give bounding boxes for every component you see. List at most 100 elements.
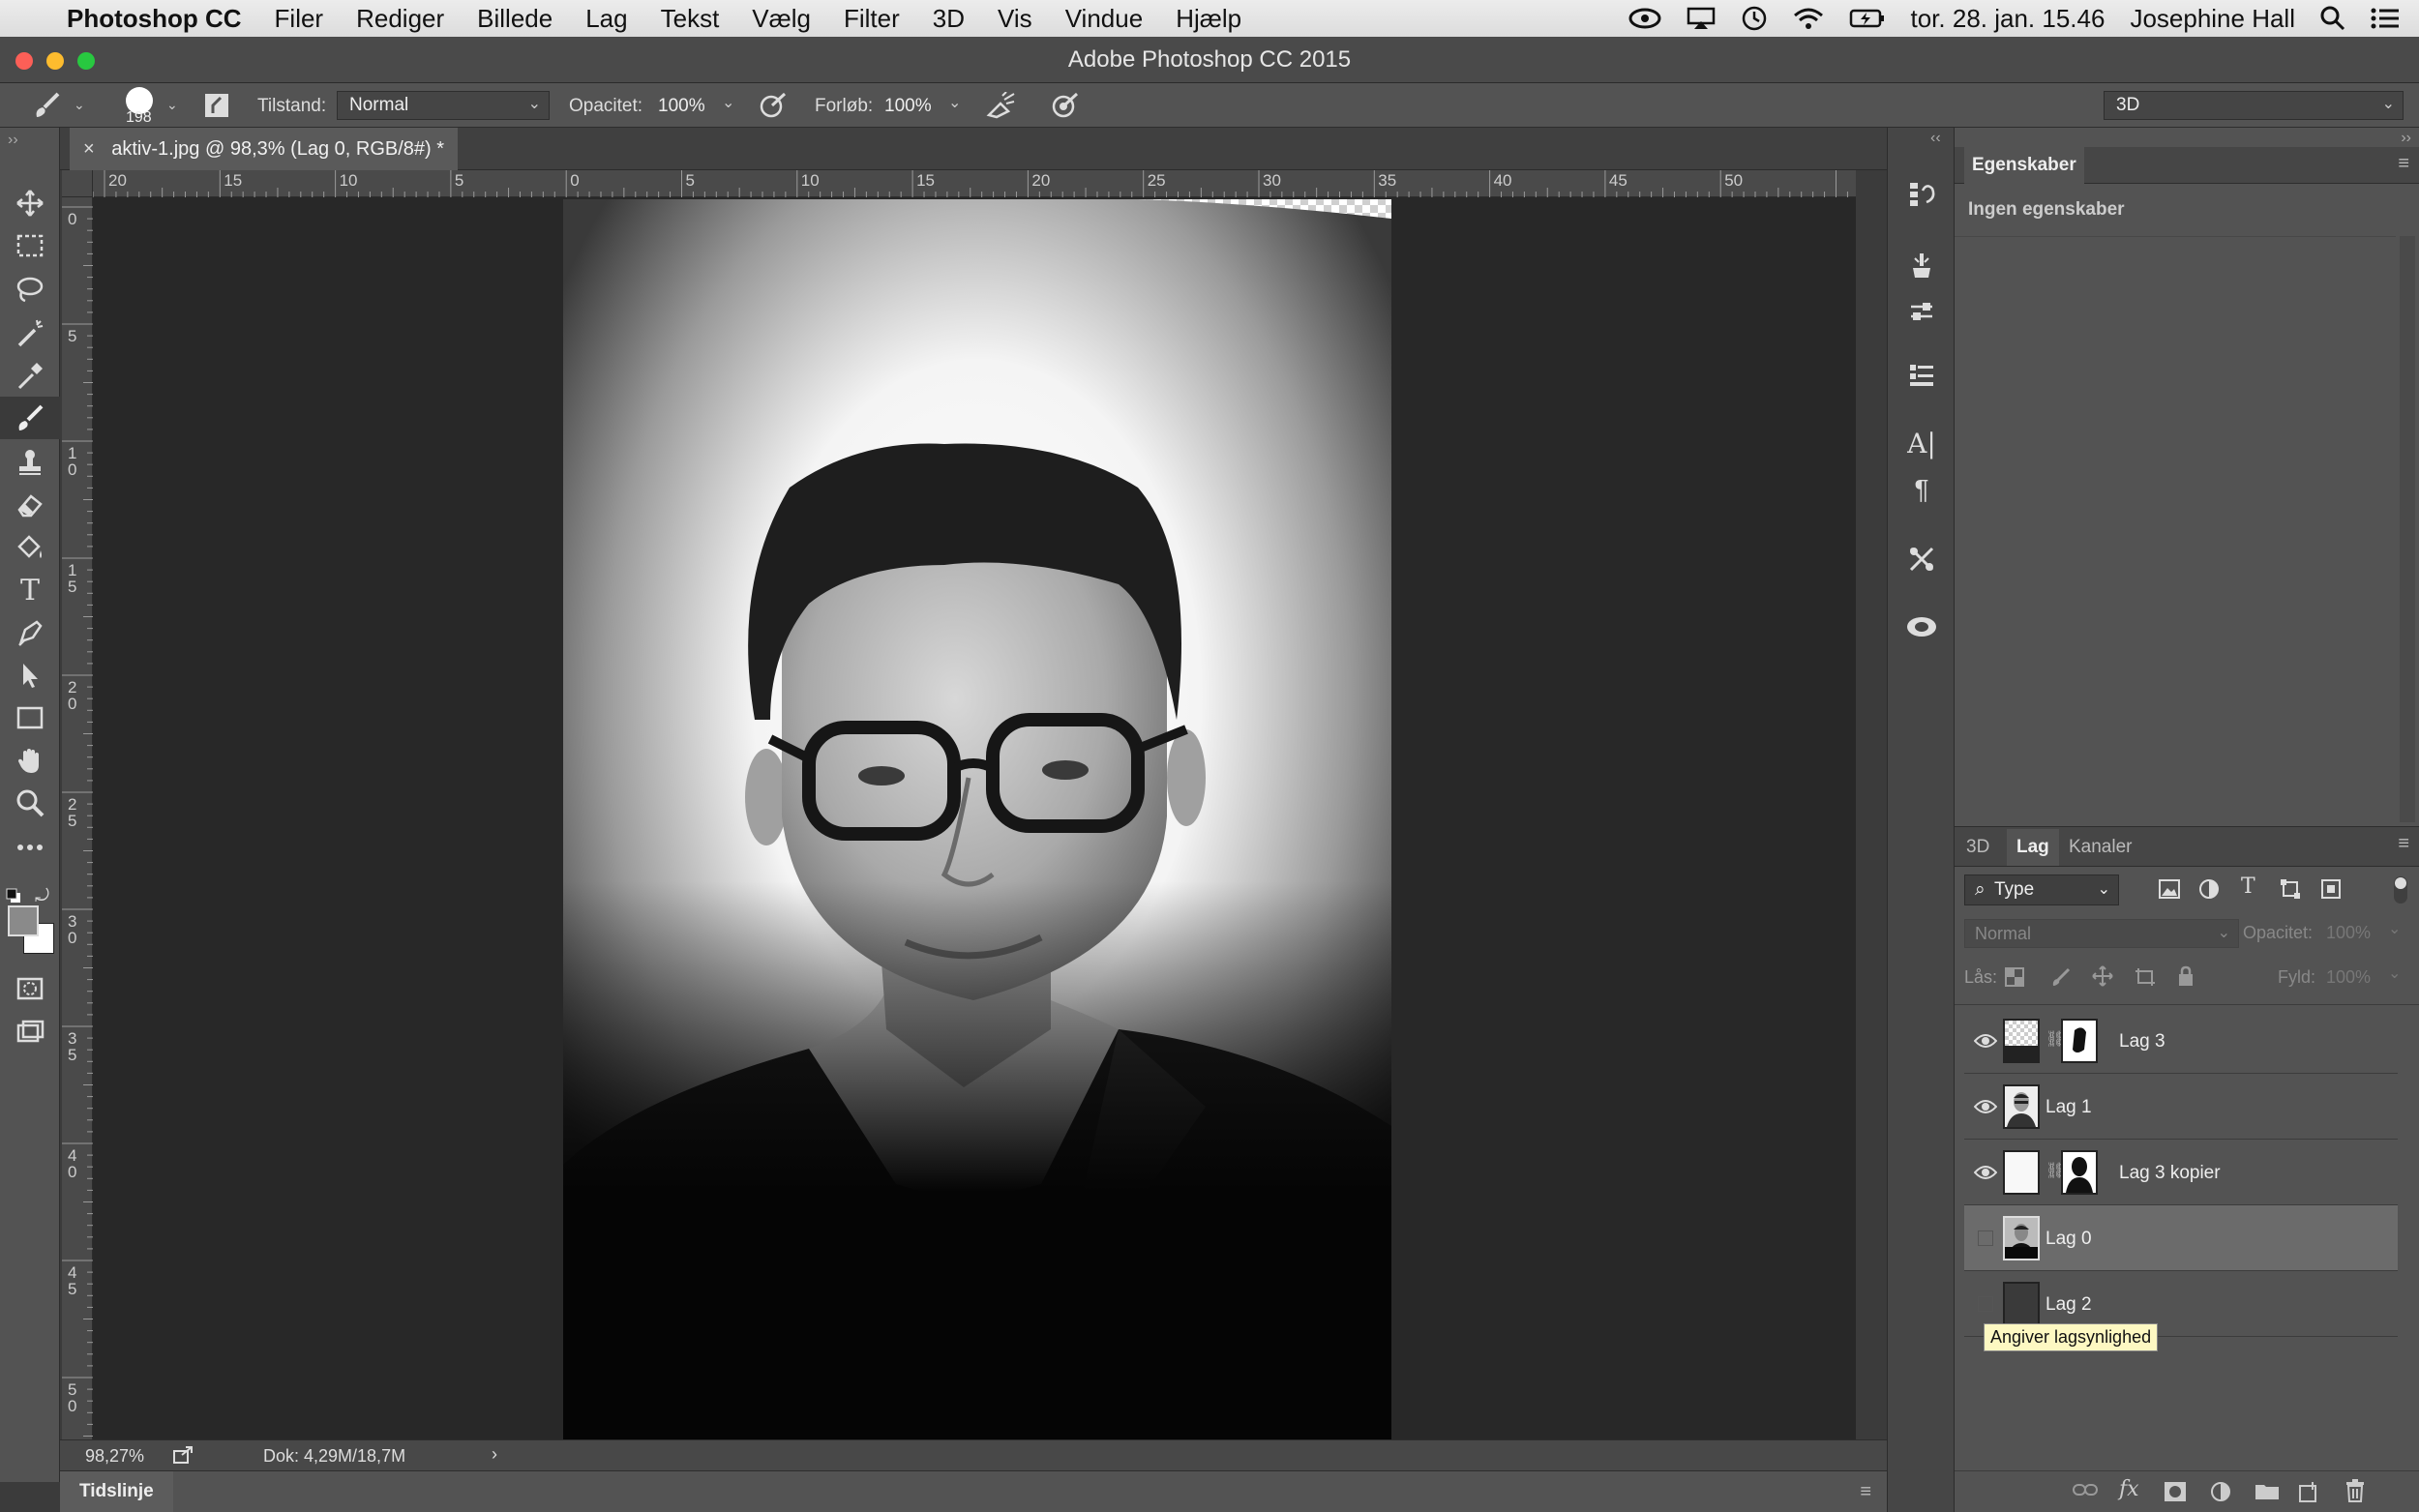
filter-adjustment-icon[interactable] bbox=[2198, 878, 2220, 900]
paint-bucket-tool-icon[interactable] bbox=[0, 526, 60, 569]
screen-mode-icon[interactable] bbox=[0, 1010, 60, 1052]
default-colors-icon[interactable] bbox=[6, 888, 21, 904]
layer-thumbnail[interactable] bbox=[2003, 1150, 2040, 1195]
brush-tool-preset-icon[interactable] bbox=[33, 92, 62, 119]
chevron-down-icon[interactable]: ⌄ bbox=[2388, 964, 2401, 983]
status-menu-arrow-icon[interactable]: › bbox=[492, 1444, 497, 1465]
menu-hjaelp[interactable]: Hjælp bbox=[1159, 4, 1258, 34]
menu-billede[interactable]: Billede bbox=[461, 4, 569, 34]
eye-icon[interactable] bbox=[1974, 1097, 1997, 1116]
mode-dropdown[interactable]: Normal ⌄ bbox=[337, 91, 550, 120]
document-image[interactable] bbox=[93, 197, 1856, 1439]
adjustment-layer-icon[interactable] bbox=[2210, 1481, 2231, 1502]
chevron-down-icon[interactable]: ⌄ bbox=[166, 97, 178, 113]
layer-filter-dropdown[interactable]: ⌕ Type ⌄ bbox=[1964, 875, 2119, 905]
eye-icon[interactable] bbox=[1974, 1031, 1997, 1051]
add-mask-icon[interactable] bbox=[2164, 1481, 2187, 1502]
chevron-down-icon[interactable]: ⌄ bbox=[2388, 919, 2401, 938]
new-layer-icon[interactable] bbox=[2299, 1481, 2320, 1502]
history-icon[interactable] bbox=[1888, 172, 1956, 215]
more-tools-icon[interactable] bbox=[0, 826, 60, 869]
layer-row-selected[interactable]: Lag 0 bbox=[1964, 1205, 2398, 1271]
menu-vis[interactable]: Vis bbox=[981, 4, 1049, 34]
tab-layers[interactable]: Lag bbox=[2007, 829, 2059, 866]
visibility-toggle[interactable] bbox=[1974, 1294, 1997, 1314]
zoom-tool-icon[interactable] bbox=[0, 782, 60, 824]
layer-row[interactable]: ⛓ Lag 3 kopier bbox=[1964, 1140, 2398, 1205]
battery-icon[interactable] bbox=[1849, 8, 1886, 29]
vertical-ruler[interactable]: 05101520253035404550 bbox=[62, 197, 93, 1439]
wifi-icon[interactable] bbox=[1793, 7, 1824, 30]
path-selection-tool-icon[interactable] bbox=[0, 654, 60, 697]
move-tool-icon[interactable] bbox=[0, 182, 60, 224]
zoom-level[interactable]: 98,27% bbox=[85, 1446, 144, 1467]
canvas-area[interactable] bbox=[93, 197, 1856, 1439]
workspace-dropdown[interactable]: 3D ⌄ bbox=[2104, 91, 2404, 120]
type-tool-icon[interactable]: T bbox=[0, 569, 60, 611]
properties-scrollbar[interactable] bbox=[2400, 236, 2415, 822]
menu-filer[interactable]: Filer bbox=[258, 4, 341, 34]
adjustments-tools-icon[interactable] bbox=[1888, 538, 1956, 580]
filter-shape-icon[interactable] bbox=[2280, 878, 2301, 900]
layer-row[interactable]: Lag 1 bbox=[1964, 1074, 2398, 1140]
share-icon[interactable] bbox=[172, 1445, 194, 1465]
layer-thumbnail[interactable] bbox=[2003, 1216, 2040, 1260]
collapse-arrows-icon[interactable]: ›› bbox=[8, 132, 18, 149]
creative-cloud-icon[interactable] bbox=[1628, 8, 1661, 29]
panel-menu-icon[interactable]: ≡ bbox=[2398, 153, 2409, 175]
character-panel-icon[interactable]: A| bbox=[1888, 422, 1956, 464]
lock-all-icon[interactable] bbox=[2177, 965, 2195, 987]
lock-position-icon[interactable] bbox=[2092, 965, 2113, 987]
magic-wand-tool-icon[interactable] bbox=[0, 311, 60, 354]
brush-panel-icon[interactable] bbox=[203, 92, 230, 119]
chevron-down-icon[interactable]: ⌄ bbox=[948, 93, 961, 112]
new-group-icon[interactable] bbox=[2255, 1481, 2280, 1500]
layer-name[interactable]: Lag 3 bbox=[2119, 1031, 2165, 1052]
chevron-down-icon[interactable]: ⌄ bbox=[722, 93, 734, 112]
document-size[interactable]: Dok: 4,29M/18,7M bbox=[263, 1446, 405, 1467]
filter-type-icon[interactable]: T bbox=[2241, 875, 2255, 899]
pressure-size-icon[interactable] bbox=[1051, 92, 1080, 119]
link-layers-icon[interactable] bbox=[2073, 1481, 2098, 1498]
properties-tab[interactable]: Egenskaber bbox=[1964, 147, 2084, 184]
layer-thumbnail[interactable] bbox=[2003, 1019, 2040, 1063]
eyedropper-tool-icon[interactable] bbox=[0, 354, 60, 397]
menu-tekst[interactable]: Tekst bbox=[644, 4, 736, 34]
chevron-down-icon[interactable]: ⌄ bbox=[74, 97, 85, 113]
horizontal-ruler[interactable]: 20 15 10 5 0 5 10 15 20 25 30 35 40 45 50 bbox=[93, 170, 1856, 197]
menu-vindue[interactable]: Vindue bbox=[1049, 4, 1160, 34]
filter-pixel-icon[interactable] bbox=[2158, 878, 2181, 900]
panel-menu-icon[interactable]: ≡ bbox=[2398, 833, 2409, 855]
document-tab[interactable]: × aktiv-1.jpg @ 98,3% (Lag 0, RGB/8#) * bbox=[70, 128, 459, 170]
delete-layer-icon[interactable] bbox=[2345, 1479, 2365, 1502]
paragraph-panel-icon[interactable]: ¶ bbox=[1888, 468, 1956, 511]
app-menu[interactable]: Photoshop CC bbox=[45, 4, 258, 34]
layer-mask-thumbnail[interactable] bbox=[2061, 1150, 2098, 1195]
brush-settings-icon[interactable] bbox=[1888, 244, 1956, 286]
panel-menu-icon[interactable]: ≡ bbox=[1860, 1481, 1871, 1503]
timeline-tab[interactable]: Tidslinje bbox=[60, 1471, 173, 1512]
notification-center-icon[interactable] bbox=[2371, 7, 2400, 30]
filter-toggle-switch[interactable] bbox=[2394, 876, 2407, 904]
layer-mask-thumbnail[interactable] bbox=[2061, 1019, 2098, 1063]
layer-name[interactable]: Lag 0 bbox=[2046, 1229, 2092, 1250]
collapse-arrows-icon[interactable]: ‹‹ bbox=[1930, 130, 1941, 147]
zoom-window-button[interactable] bbox=[77, 52, 95, 70]
opacity-value[interactable]: 100% bbox=[658, 96, 705, 117]
blend-mode-dropdown[interactable]: Normal ⌄ bbox=[1964, 919, 2239, 948]
eye-icon[interactable] bbox=[1974, 1163, 1997, 1182]
close-tab-icon[interactable]: × bbox=[83, 138, 95, 160]
layer-thumbnail[interactable] bbox=[2003, 1084, 2040, 1129]
airbrush-icon[interactable] bbox=[985, 92, 1016, 119]
marquee-tool-icon[interactable] bbox=[0, 224, 60, 267]
filter-smart-object-icon[interactable] bbox=[2320, 878, 2342, 900]
airplay-icon[interactable] bbox=[1687, 7, 1716, 30]
spotlight-search-icon[interactable] bbox=[2320, 6, 2345, 31]
layer-opacity-value[interactable]: 100% bbox=[2326, 923, 2371, 943]
foreground-color-swatch[interactable] bbox=[8, 905, 39, 936]
menu-3d[interactable]: 3D bbox=[916, 4, 981, 34]
menu-lag[interactable]: Lag bbox=[569, 4, 643, 34]
clone-stamp-tool-icon[interactable] bbox=[0, 441, 60, 484]
layer-name[interactable]: Lag 3 kopier bbox=[2119, 1163, 2221, 1184]
lock-artboard-icon[interactable] bbox=[2135, 967, 2156, 987]
